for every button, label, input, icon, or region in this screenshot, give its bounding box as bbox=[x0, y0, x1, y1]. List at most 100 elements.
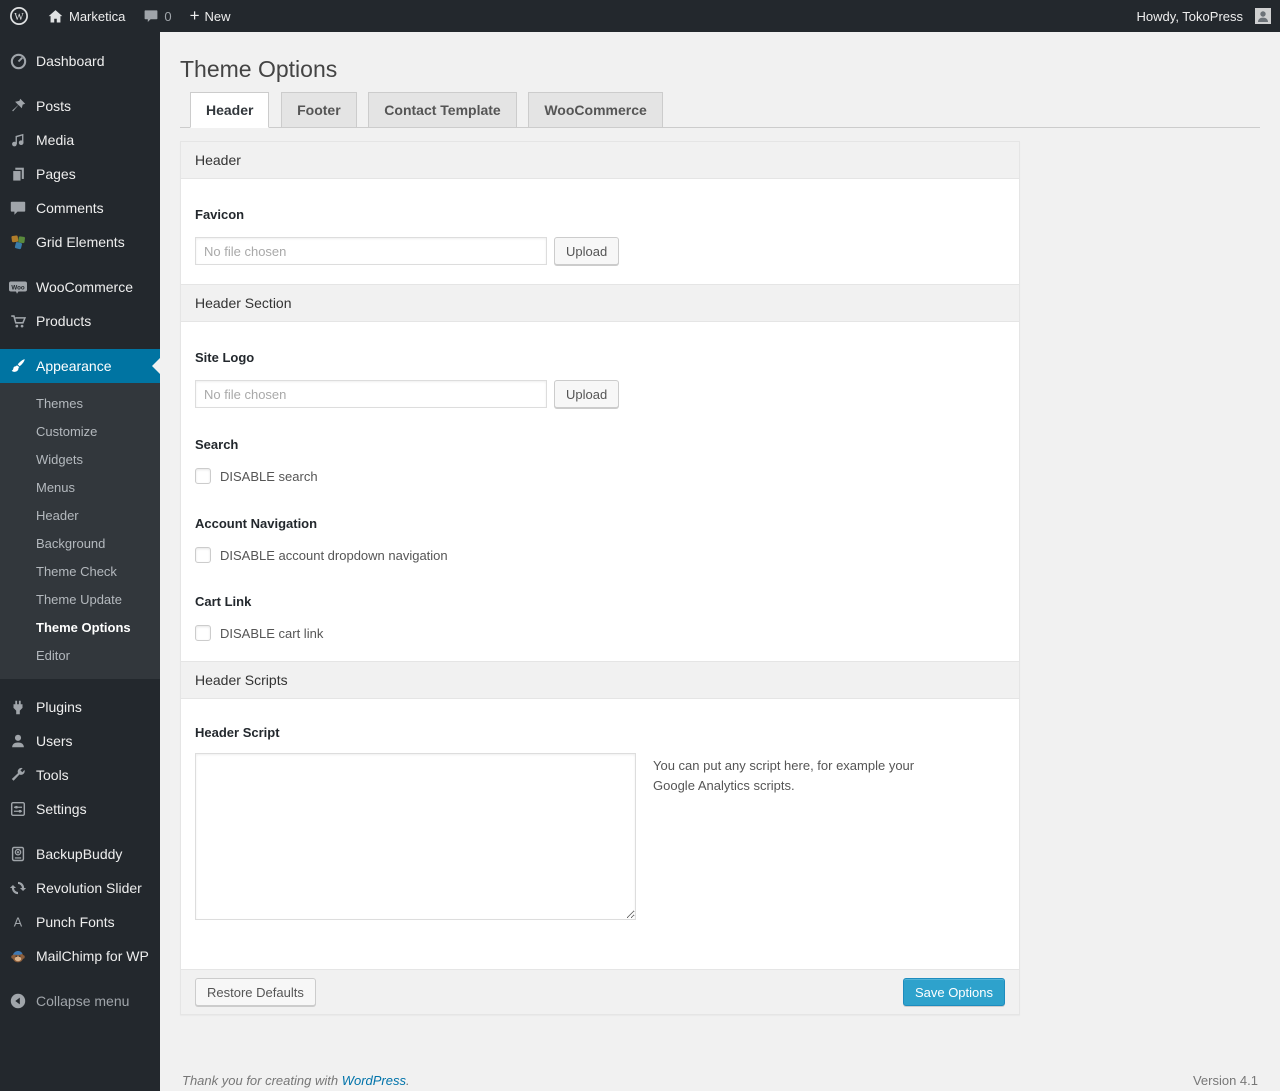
site-logo-control-row: Upload bbox=[195, 380, 1005, 408]
sidebar-item-products[interactable]: Products bbox=[0, 304, 160, 338]
howdy-label: Howdy, TokoPress bbox=[1136, 8, 1243, 24]
site-name-button[interactable]: Marketica bbox=[38, 0, 134, 32]
header-script-textarea[interactable] bbox=[195, 753, 636, 920]
version-label: Version 4.1 bbox=[1192, 1073, 1258, 1088]
sidebar-item-mailchimp[interactable]: MailChimp for WP bbox=[0, 939, 160, 973]
wrench-icon bbox=[8, 765, 28, 785]
font-a-icon: A bbox=[8, 912, 28, 932]
sidebar-subitem-themes[interactable]: Themes bbox=[0, 390, 160, 418]
cart-link-label: Cart Link bbox=[195, 594, 252, 609]
comments-bubble-button[interactable]: 0 bbox=[134, 0, 180, 32]
sidebar-item-grid-elements[interactable]: Grid Elements bbox=[0, 225, 160, 259]
admin-bar-left: W Marketica 0 + New bbox=[0, 0, 240, 32]
disable-cart-link-row: DISABLE cart link bbox=[195, 625, 1005, 641]
site-logo-file-input[interactable] bbox=[195, 380, 547, 408]
sidebar-item-label: BackupBuddy bbox=[36, 846, 123, 862]
sidebar-subitem-theme-options[interactable]: Theme Options bbox=[0, 614, 160, 642]
sidebar-subitem-theme-update[interactable]: Theme Update bbox=[0, 586, 160, 614]
sidebar-item-dashboard[interactable]: Dashboard bbox=[0, 44, 160, 78]
disable-search-checkbox[interactable] bbox=[195, 468, 211, 484]
sidebar-item-label: Punch Fonts bbox=[36, 914, 115, 930]
disable-account-nav-checkbox[interactable] bbox=[195, 547, 211, 563]
sidebar-item-revolution-slider[interactable]: Revolution Slider bbox=[0, 871, 160, 905]
search-label: Search bbox=[195, 437, 239, 452]
user-icon bbox=[8, 731, 28, 751]
sidebar-item-label: Tools bbox=[36, 767, 69, 783]
header-script-row: You can put any script here, for example… bbox=[195, 753, 1005, 920]
disable-search-checkbox-label: DISABLE search bbox=[220, 468, 318, 484]
theme-options-panel: Header Favicon Upload Header Section Sit… bbox=[180, 141, 1020, 1015]
wordpress-logo-icon: W bbox=[9, 6, 29, 26]
section-header: Header bbox=[181, 142, 1019, 179]
sidebar-item-label: Posts bbox=[36, 98, 72, 114]
refresh-icon bbox=[8, 878, 28, 898]
cart-icon bbox=[8, 311, 28, 331]
sidebar-item-punch-fonts[interactable]: A Punch Fonts bbox=[0, 905, 160, 939]
site-name-label: Marketica bbox=[69, 8, 126, 24]
sidebar-subitem-menus[interactable]: Menus bbox=[0, 474, 160, 502]
tab-contact-template[interactable]: Contact Template bbox=[368, 92, 517, 128]
sidebar-subitem-theme-check[interactable]: Theme Check bbox=[0, 558, 160, 586]
page-title: Theme Options bbox=[180, 56, 338, 82]
panel-footer: Restore Defaults Save Options bbox=[181, 969, 1019, 1014]
favicon-label: Favicon bbox=[195, 207, 245, 222]
sidebar-item-label: Appearance bbox=[36, 358, 112, 374]
disable-search-row: DISABLE search bbox=[195, 468, 1005, 484]
wordpress-logo-button[interactable]: W bbox=[0, 0, 38, 32]
favicon-upload-button[interactable]: Upload bbox=[554, 237, 620, 265]
footer-period: . bbox=[406, 1073, 410, 1088]
disable-account-nav-checkbox-label: DISABLE account dropdown navigation bbox=[220, 547, 448, 563]
admin-bar-right: Howdy, TokoPress bbox=[1128, 0, 1280, 32]
tab-woocommerce[interactable]: WooCommerce bbox=[528, 92, 663, 128]
sidebar-subitem-editor[interactable]: Editor bbox=[0, 642, 160, 670]
restore-defaults-button[interactable]: Restore Defaults bbox=[195, 978, 316, 1006]
sidebar-item-label: Pages bbox=[36, 166, 76, 182]
tab-footer[interactable]: Footer bbox=[281, 92, 357, 128]
save-options-button[interactable]: Save Options bbox=[902, 978, 1005, 1006]
favicon-file-input[interactable] bbox=[195, 237, 547, 265]
sidebar-subitem-customize[interactable]: Customize bbox=[0, 418, 160, 446]
sidebar-subitem-background[interactable]: Background bbox=[0, 530, 160, 558]
site-logo-label: Site Logo bbox=[195, 350, 255, 365]
sidebar-item-label: Products bbox=[36, 313, 92, 329]
sidebar-item-label: MailChimp for WP bbox=[36, 948, 149, 964]
wordpress-link[interactable]: WordPress bbox=[342, 1073, 406, 1088]
section-header-section: Header Section bbox=[181, 284, 1019, 322]
sidebar-item-users[interactable]: Users bbox=[0, 724, 160, 758]
home-icon bbox=[47, 8, 64, 25]
disable-cart-link-checkbox[interactable] bbox=[195, 625, 211, 641]
sidebar-item-appearance[interactable]: Appearance bbox=[0, 349, 160, 383]
sidebar-item-collapse-menu[interactable]: Collapse menu bbox=[0, 984, 160, 1018]
sidebar-subitem-widgets[interactable]: Widgets bbox=[0, 446, 160, 474]
woocommerce-icon: Woo bbox=[8, 277, 28, 297]
site-logo-upload-button[interactable]: Upload bbox=[554, 380, 620, 408]
footer-thanks: Thank you for creating with WordPress. bbox=[182, 1073, 410, 1088]
sidebar-item-label: Users bbox=[36, 733, 73, 749]
sidebar-item-label: Revolution Slider bbox=[36, 880, 142, 896]
sidebar-item-settings[interactable]: Settings bbox=[0, 792, 160, 826]
page-footer: Thank you for creating with WordPress. V… bbox=[180, 1073, 1260, 1088]
sidebar-item-comments[interactable]: Comments bbox=[0, 191, 160, 225]
settings-icon bbox=[8, 799, 28, 819]
sidebar-subitem-header[interactable]: Header bbox=[0, 502, 160, 530]
admin-sidebar: Dashboard Posts Media Pages Comments Gri… bbox=[0, 32, 160, 1091]
sidebar-item-posts[interactable]: Posts bbox=[0, 89, 160, 123]
tab-header[interactable]: Header bbox=[190, 92, 270, 128]
sidebar-item-media[interactable]: Media bbox=[0, 123, 160, 157]
sidebar-item-backupbuddy[interactable]: BackupBuddy bbox=[0, 837, 160, 871]
my-account-button[interactable]: Howdy, TokoPress bbox=[1128, 0, 1280, 32]
sidebar-item-tools[interactable]: Tools bbox=[0, 758, 160, 792]
plugin-icon bbox=[8, 697, 28, 717]
new-label: New bbox=[204, 8, 231, 24]
sidebar-item-woocommerce[interactable]: Woo WooCommerce bbox=[0, 270, 160, 304]
sidebar-item-label: Media bbox=[36, 132, 75, 148]
disable-cart-link-checkbox-label: DISABLE cart link bbox=[220, 625, 324, 641]
header-script-label: Header Script bbox=[195, 725, 280, 740]
new-content-button[interactable]: + New bbox=[181, 0, 240, 32]
sidebar-item-pages[interactable]: Pages bbox=[0, 157, 160, 191]
header-script-hint: You can put any script here, for example… bbox=[653, 758, 915, 794]
favicon-control-row: Upload bbox=[195, 237, 1005, 265]
sidebar-item-plugins[interactable]: Plugins bbox=[0, 690, 160, 724]
appearance-icon bbox=[8, 356, 28, 376]
current-menu-arrow-icon bbox=[144, 358, 160, 374]
